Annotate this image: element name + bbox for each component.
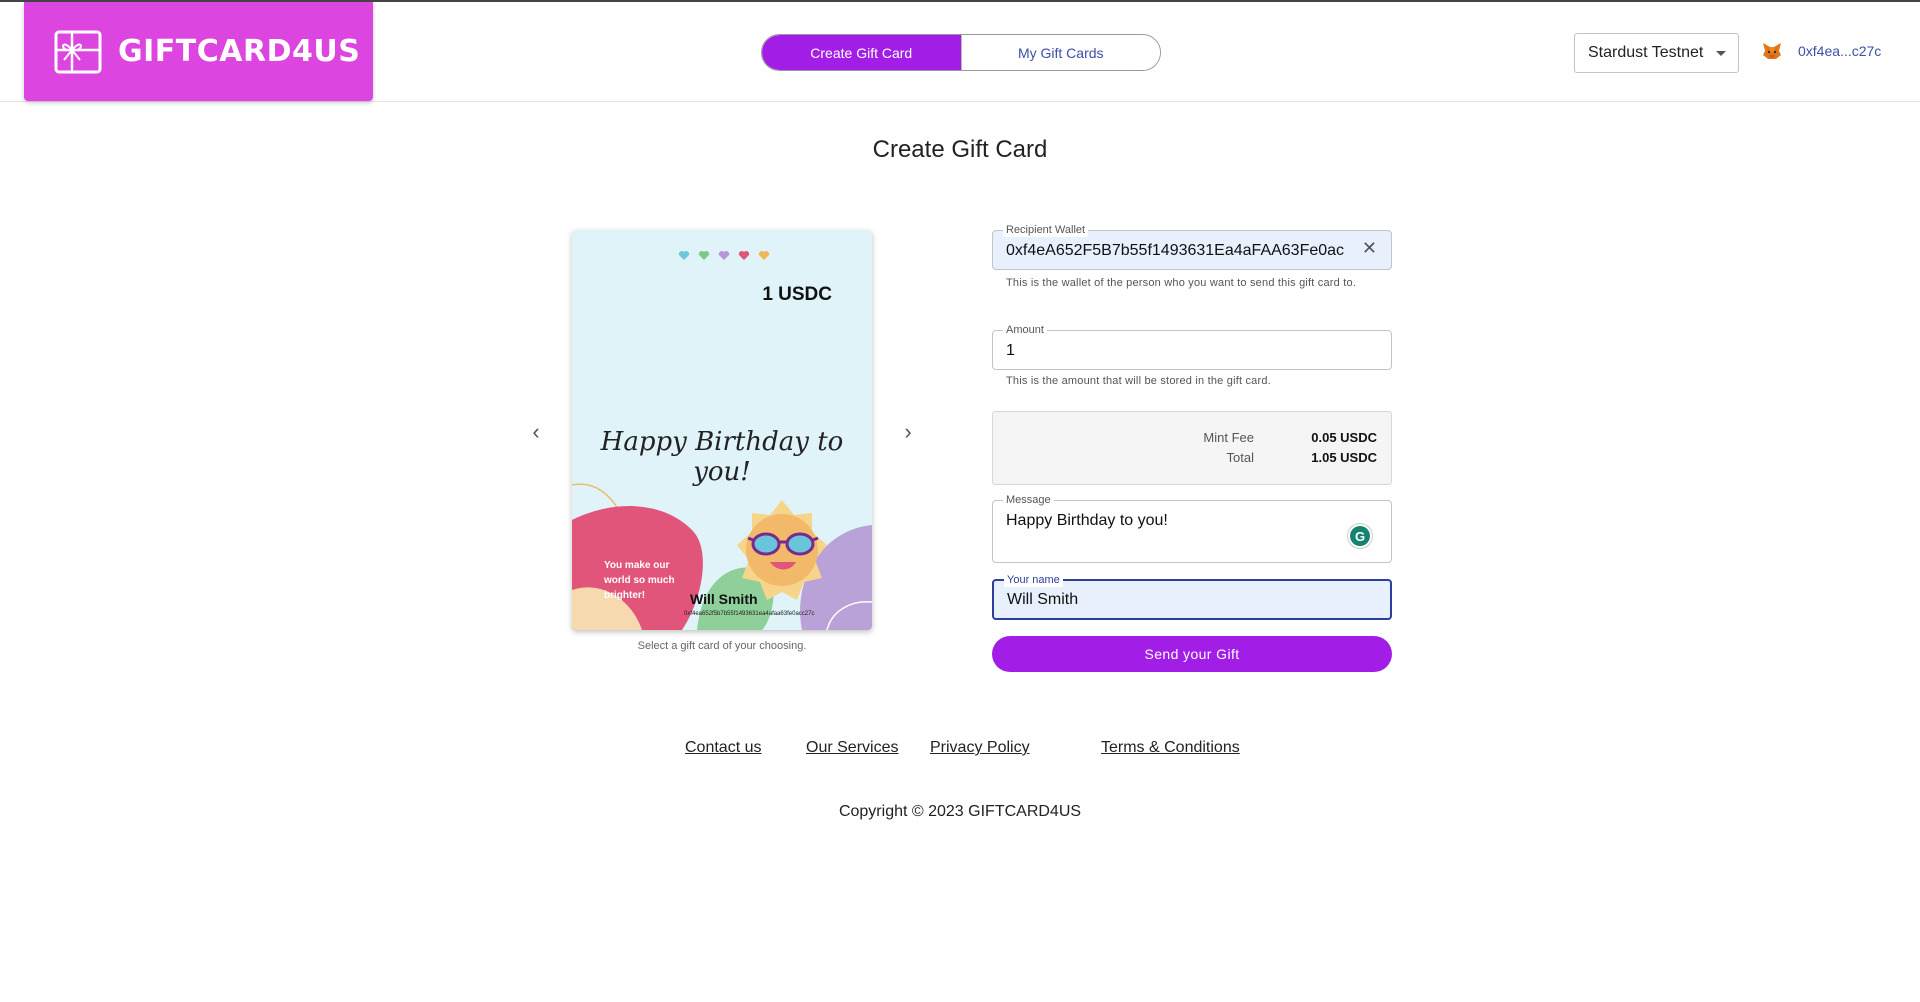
chevron-left-icon[interactable]: ‹ bbox=[524, 419, 548, 444]
card-recipient-address: 0xf4ea652f5b7b55f1493631ea4afaa63fe0acc2… bbox=[684, 611, 815, 617]
card-amount: 1 USDC bbox=[762, 284, 832, 305]
footer-link-contact[interactable]: Contact us bbox=[685, 739, 761, 757]
message-field[interactable]: Message Happy Birthday to you! G bbox=[992, 493, 1392, 563]
footer-link-terms[interactable]: Terms & Conditions bbox=[1101, 739, 1240, 757]
wallet-address: 0xf4ea...c27c bbox=[1798, 43, 1882, 59]
amount-label: Amount bbox=[1003, 323, 1047, 337]
fee-summary: Mint Fee 0.05 USDC Total 1.05 USDC bbox=[992, 411, 1392, 485]
wallet-button[interactable]: 0xf4ea...c27c bbox=[1762, 42, 1881, 60]
page-title: Create Gift Card bbox=[872, 136, 1048, 163]
app-header: GIFTCARD4US Create Gift Card My Gift Car… bbox=[0, 2, 1920, 102]
message-input[interactable]: Happy Birthday to you! bbox=[1006, 512, 1168, 530]
tab-my-gift-cards[interactable]: My Gift Cards bbox=[960, 35, 1160, 70]
brand-logo[interactable]: GIFTCARD4US bbox=[24, 2, 373, 101]
copyright: Copyright © 2023 GIFTCARD4US bbox=[838, 803, 1082, 820]
amount-helper: This is the amount that will be stored i… bbox=[1006, 375, 1271, 387]
card-sender-name: Will Smith bbox=[690, 591, 758, 607]
metamask-fox-icon bbox=[1763, 43, 1781, 59]
network-select[interactable]: Stardust Testnet bbox=[1574, 33, 1739, 73]
card-greeting: Happy Birthday to you! bbox=[600, 427, 844, 487]
your-name-input[interactable]: Will Smith bbox=[1007, 591, 1078, 609]
your-name-label: Your name bbox=[1004, 573, 1063, 587]
your-name-field[interactable]: Your name Will Smith bbox=[992, 573, 1392, 620]
network-select-value: Stardust Testnet bbox=[1588, 44, 1704, 61]
chevron-down-icon bbox=[1716, 51, 1726, 56]
amount-input[interactable]: 1 bbox=[1006, 342, 1015, 360]
total-value: 1.05 USDC bbox=[1311, 450, 1377, 465]
card-subtext: You make our world so much brighter! bbox=[604, 560, 675, 601]
brand-name: GIFTCARD4US bbox=[118, 34, 361, 69]
recipient-wallet-label: Recipient Wallet bbox=[1003, 223, 1089, 237]
total-label: Total bbox=[1226, 450, 1254, 465]
grammarly-icon[interactable]: G bbox=[1347, 523, 1373, 549]
carousel-caption: Select a gift card of your choosing. bbox=[637, 640, 807, 652]
mint-fee-value: 0.05 USDC bbox=[1311, 430, 1377, 445]
gift-card-preview[interactable]: 1 USDC Happy Birthday to you! You make o… bbox=[572, 230, 872, 630]
tab-create-gift-card[interactable]: Create Gift Card bbox=[762, 35, 961, 70]
footer-link-privacy[interactable]: Privacy Policy bbox=[930, 739, 1030, 757]
main-tabs: Create Gift Card My Gift Cards bbox=[761, 34, 1161, 71]
amount-field[interactable]: Amount 1 bbox=[992, 323, 1392, 370]
recipient-wallet-input[interactable]: 0xf4eA652F5B7b55f1493631Ea4aFAA63Fe0acc2… bbox=[1006, 242, 1344, 260]
send-gift-button[interactable]: Send your Gift bbox=[992, 636, 1392, 672]
recipient-wallet-field[interactable]: Recipient Wallet 0xf4eA652F5B7b55f149363… bbox=[992, 223, 1392, 270]
recipient-wallet-helper: This is the wallet of the person who you… bbox=[1006, 277, 1357, 289]
mint-fee-label: Mint Fee bbox=[1203, 430, 1254, 445]
close-icon[interactable]: ✕ bbox=[1362, 238, 1377, 259]
gift-card-icon bbox=[54, 30, 102, 73]
message-label: Message bbox=[1003, 493, 1054, 507]
chevron-right-icon[interactable]: › bbox=[896, 419, 920, 444]
footer-link-services[interactable]: Our Services bbox=[806, 739, 898, 757]
